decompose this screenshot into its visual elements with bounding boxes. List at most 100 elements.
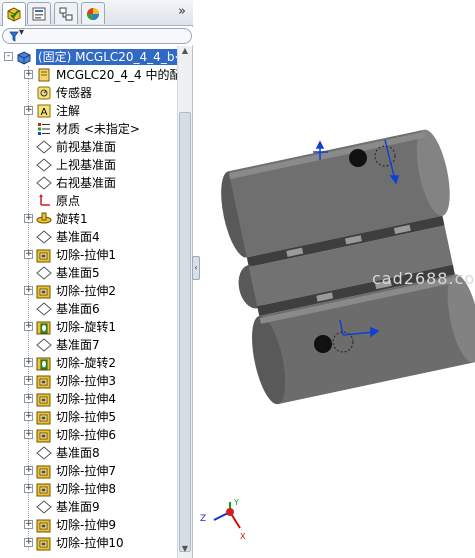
expand-toggle[interactable]: + <box>24 430 33 439</box>
tree-item-label: 基准面6 <box>56 302 100 316</box>
expand-toggle[interactable]: + <box>24 286 33 295</box>
tree-item-label: 切除-旋转1 <box>56 320 116 334</box>
plane-icon <box>36 265 52 281</box>
cut-extrude-icon <box>36 481 52 497</box>
expand-toggle[interactable]: + <box>24 70 33 79</box>
featuremanager-icon <box>7 7 21 22</box>
tree-item[interactable]: + 切除-拉伸9 <box>0 516 177 534</box>
tree-item-label: 切除-拉伸1 <box>56 248 116 262</box>
tree-item-label: 右视基准面 <box>56 176 117 190</box>
cut-extrude-icon <box>36 463 52 479</box>
panel-tab-bar: » <box>0 0 193 26</box>
tree-item[interactable]: + 切除-拉伸3 <box>0 372 177 390</box>
feature-manager-panel: » ▾ - (固定) MCGLC20_4_4_b< + MCGLC20_4_4 中的配… <box>0 0 193 558</box>
tree-item[interactable]: + 切除-拉伸1 <box>0 246 177 264</box>
expand-toggle[interactable]: + <box>24 538 33 547</box>
cut-extrude-icon <box>36 517 52 533</box>
plane-icon <box>36 301 52 317</box>
tree-item[interactable]: 基准面5 <box>0 264 177 282</box>
design-binder-icon <box>36 67 52 83</box>
tree-item[interactable]: 右视基准面 <box>0 174 177 192</box>
tab-configurationmanager[interactable] <box>54 2 78 24</box>
tree-item-label: 前视基准面 <box>56 140 117 154</box>
tree-item[interactable]: + 切除-拉伸6 <box>0 426 177 444</box>
tree-item[interactable]: + 切除-拉伸7 <box>0 462 177 480</box>
tree-item[interactable]: + 切除-旋转2 <box>0 354 177 372</box>
cut-revolve-icon <box>36 319 52 335</box>
feature-tree-scrollbar[interactable]: ▲ ▼ <box>177 46 192 558</box>
tree-item-label: 切除-拉伸2 <box>56 284 116 298</box>
tree-item-label: 切除-拉伸3 <box>56 374 116 388</box>
plane-icon <box>36 139 52 155</box>
tree-item[interactable]: + MCGLC20_4_4 中的配 <box>0 66 177 84</box>
filter-bar: ▾ <box>0 27 193 45</box>
tree-item-label: 切除-拉伸8 <box>56 482 116 496</box>
expand-toggle[interactable]: + <box>24 250 33 259</box>
tab-propertymanager[interactable] <box>27 2 51 24</box>
scroll-down-arrow[interactable]: ▼ <box>179 544 191 558</box>
tree-item[interactable]: + 切除-拉伸5 <box>0 408 177 426</box>
cut-extrude-icon <box>36 283 52 299</box>
tree-item[interactable]: + 切除-拉伸2 <box>0 282 177 300</box>
propertymanager-icon <box>32 7 46 21</box>
tree-item-label: 切除-拉伸4 <box>56 392 116 406</box>
watermark: cad2688.co <box>372 269 475 288</box>
plane-icon <box>36 229 52 245</box>
plane-icon <box>36 337 52 353</box>
filter-icon <box>9 31 19 42</box>
expand-toggle[interactable]: + <box>24 412 33 421</box>
tree-item-label: 切除-拉伸7 <box>56 464 116 478</box>
tree-item[interactable]: + 切除-拉伸8 <box>0 480 177 498</box>
sensor-icon <box>36 85 52 101</box>
tree-item[interactable]: + 切除-拉伸4 <box>0 390 177 408</box>
expand-toggle[interactable]: + <box>24 106 33 115</box>
tree-item[interactable]: 基准面6 <box>0 300 177 318</box>
material-icon <box>36 121 52 137</box>
expand-toggle[interactable]: + <box>24 322 33 331</box>
tree-item[interactable]: + 切除-旋转1 <box>0 318 177 336</box>
expand-toggle[interactable]: + <box>24 358 33 367</box>
tree-item[interactable]: + 切除-拉伸10 <box>0 534 177 552</box>
tree-item-label: 注解 <box>56 104 81 118</box>
tree-item[interactable]: 基准面4 <box>0 228 177 246</box>
cut-extrude-icon <box>36 391 52 407</box>
tree-item-label: 基准面9 <box>56 500 100 514</box>
cut-revolve-icon <box>36 355 52 371</box>
feature-tree: - (固定) MCGLC20_4_4_b< + MCGLC20_4_4 中的配 传感器 +… <box>0 46 177 558</box>
tree-item-label: (固定) MCGLC20_4_4_b< <box>36 49 177 65</box>
scroll-thumb[interactable] <box>179 112 191 552</box>
tree-item[interactable]: 基准面7 <box>0 336 177 354</box>
tree-item[interactable]: 基准面9 <box>0 498 177 516</box>
scroll-up-arrow[interactable]: ▲ <box>179 46 191 60</box>
configurationmanager-icon <box>59 7 73 21</box>
displaymanager-icon <box>87 8 99 20</box>
plane-icon <box>36 175 52 191</box>
expand-toggle[interactable]: + <box>24 394 33 403</box>
tree-item[interactable]: 前视基准面 <box>0 138 177 156</box>
tree-item[interactable]: 基准面8 <box>0 444 177 462</box>
panel-collapse-handle[interactable]: ‹ <box>192 256 200 280</box>
tree-item-label: 切除-拉伸9 <box>56 518 116 532</box>
tree-item[interactable]: + 旋转1 <box>0 210 177 228</box>
expand-toggle[interactable]: + <box>24 376 33 385</box>
tab-displaymanager[interactable] <box>81 2 105 24</box>
tree-item[interactable]: - (固定) MCGLC20_4_4_b< <box>0 48 177 66</box>
collapse-toggle[interactable]: - <box>4 52 13 61</box>
tree-item[interactable]: + A 注解 <box>0 102 177 120</box>
filter-input[interactable]: ▾ <box>2 27 192 44</box>
tabs-overflow-button[interactable]: » <box>174 4 190 20</box>
graphics-viewport[interactable]: cad2688.co Y X Z <box>200 0 475 558</box>
tree-item[interactable]: 传感器 <box>0 84 177 102</box>
cut-extrude-icon <box>36 427 52 443</box>
tab-featuremanager[interactable] <box>2 2 26 26</box>
tree-item[interactable]: 原点 <box>0 192 177 210</box>
expand-toggle[interactable]: + <box>24 484 33 493</box>
axis-x-label: X <box>240 532 246 541</box>
tree-item[interactable]: 上视基准面 <box>0 156 177 174</box>
expand-toggle[interactable]: + <box>24 214 33 223</box>
cut-extrude-icon <box>36 409 52 425</box>
tree-item[interactable]: 材质 <未指定> <box>0 120 177 138</box>
axis-triad <box>213 502 241 529</box>
expand-toggle[interactable]: + <box>24 520 33 529</box>
expand-toggle[interactable]: + <box>24 466 33 475</box>
